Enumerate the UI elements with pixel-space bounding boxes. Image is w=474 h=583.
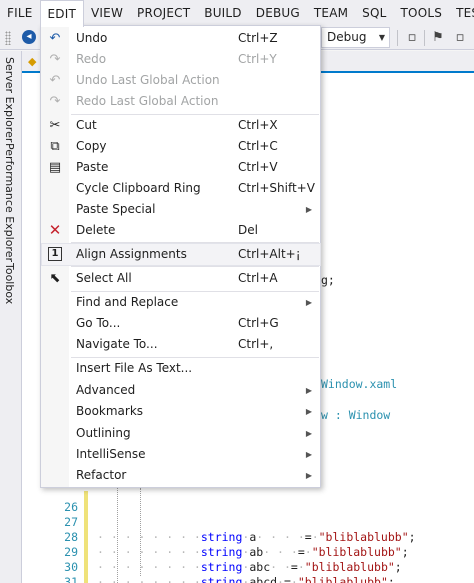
menu-item-advanced[interactable]: Advanced ▶ [42, 380, 320, 401]
menu-item-redo-last-global-action[interactable]: ↷ Redo Last Global Action [42, 91, 320, 112]
select-cursor-icon: ⬉ [49, 271, 61, 286]
menu-item-align-assignments[interactable]: 1 Align Assignments Ctrl+Alt+¡ [41, 243, 321, 266]
code-line[interactable]: 31 · · · · · ·} [22, 560, 474, 583]
menu-item-refactor[interactable]: Refactor ▶ [42, 465, 320, 486]
code-line[interactable]: 28 · · · · · · · ·string·ab· · ·=·"blibl… [22, 515, 474, 559]
menu-separator [71, 266, 319, 267]
menu-project[interactable]: PROJECT [130, 0, 197, 26]
submenu-arrow-icon: ▶ [305, 407, 312, 416]
red-x-icon: ✕ [48, 221, 62, 239]
menu-item-bookmarks[interactable]: Bookmarks ▶ [42, 401, 320, 422]
code-line[interactable]: 30 · · · · · · · ·string·abcd·=·"bliblab… [22, 545, 474, 583]
align-assignments-icon: 1 [48, 247, 62, 261]
menu-edit[interactable]: EDIT [39, 0, 85, 27]
redo-global-icon: ↷ [49, 94, 61, 109]
menu-item-copy[interactable]: ⧉ Copy Ctrl+C [42, 136, 320, 157]
code-fragment: w : Window [321, 408, 391, 422]
tab-toolbox[interactable]: Toolbox [3, 263, 16, 304]
menu-file[interactable]: FILE [0, 0, 40, 26]
menu-item-undo[interactable]: ↶ Undo Ctrl+Z [42, 28, 320, 49]
menu-item-insert-file-as-text[interactable]: Insert File As Text... [42, 358, 320, 379]
document-tab-icon[interactable]: ◆ [28, 55, 36, 68]
menu-item-paste[interactable]: ▤ Paste Ctrl+V [42, 157, 320, 178]
menu-debug[interactable]: DEBUG [249, 0, 307, 26]
code-fragment: Window.xaml [321, 377, 398, 391]
menu-separator [71, 242, 319, 243]
edit-menu-dropdown: ↶ Undo Ctrl+Z ↷ Redo Ctrl+Y ↶ Undo Last … [40, 25, 321, 488]
options-icon[interactable]: ▫ [404, 30, 420, 46]
menu-item-intellisense[interactable]: IntelliSense ▶ [42, 444, 320, 465]
toolbar-separator [424, 30, 425, 46]
menu-item-cut[interactable]: ✂ Cut Ctrl+X [42, 115, 320, 136]
clipboard-icon: ▤ [48, 160, 62, 175]
undo-icon: ↶ [49, 31, 61, 46]
toolbar-overflow-icon[interactable]: ▫ [452, 30, 468, 46]
menu-tools[interactable]: TOOLS [394, 0, 450, 26]
code-line[interactable]: 32 [22, 575, 474, 583]
submenu-arrow-icon: ▶ [305, 298, 312, 307]
submenu-arrow-icon: ▶ [305, 450, 312, 459]
solution-configuration-value: Debug [327, 30, 367, 44]
tab-server-explorer[interactable]: Server Explorer [3, 57, 16, 142]
menu-team[interactable]: TEAM [307, 0, 355, 26]
code-fragment: g; [321, 273, 335, 287]
menu-item-select-all[interactable]: ⬉ Select All Ctrl+A [42, 268, 320, 289]
navigate-back-icon[interactable]: ◂ [22, 30, 36, 44]
menu-item-redo[interactable]: ↷ Redo Ctrl+Y [42, 49, 320, 70]
menu-item-go-to[interactable]: Go To... Ctrl+G [42, 313, 320, 334]
side-tool-tabs: Server Explorer Performance Explorer Too… [0, 51, 22, 583]
copy-icon: ⧉ [50, 139, 60, 154]
scissors-icon: ✂ [49, 118, 61, 133]
submenu-arrow-icon: ▶ [305, 429, 312, 438]
solution-configuration-select[interactable]: Debug ▼ [321, 27, 390, 48]
redo-icon: ↷ [49, 52, 61, 67]
submenu-arrow-icon: ▶ [305, 471, 312, 480]
attach-process-icon[interactable]: ⚑ [430, 30, 446, 46]
menu-bar: FILE EDIT VIEW PROJECT BUILD DEBUG TEAM … [0, 0, 474, 27]
toolbar-grip[interactable] [5, 31, 11, 45]
menu-item-paste-special[interactable]: Paste Special ▶ [42, 199, 320, 220]
chevron-down-icon: ▼ [378, 33, 385, 42]
code-line[interactable]: 27 · · · · · · · ·string·a· · · ·=·"blib… [22, 500, 474, 544]
menu-test[interactable]: TEST [449, 0, 474, 26]
menu-item-cycle-clipboard-ring[interactable]: Cycle Clipboard Ring Ctrl+Shift+V [42, 178, 320, 199]
code-line[interactable]: 29 · · · · · · · ·string·abc· ·=·"blibla… [22, 530, 474, 574]
menu-item-find-and-replace[interactable]: Find and Replace ▶ [42, 292, 320, 313]
menu-view[interactable]: VIEW [84, 0, 130, 26]
submenu-arrow-icon: ▶ [305, 205, 312, 214]
menu-item-delete[interactable]: ✕ Delete Del [42, 220, 320, 241]
menu-build[interactable]: BUILD [197, 0, 248, 26]
menu-sql[interactable]: SQL [355, 0, 393, 26]
undo-global-icon: ↶ [49, 73, 61, 88]
menu-item-undo-last-global-action[interactable]: ↶ Undo Last Global Action [42, 70, 320, 91]
tab-performance-explorer[interactable]: Performance Explorer [3, 143, 16, 262]
submenu-arrow-icon: ▶ [305, 386, 312, 395]
menu-item-outlining[interactable]: Outlining ▶ [42, 423, 320, 444]
toolbar-separator [397, 30, 398, 46]
menu-item-navigate-to[interactable]: Navigate To... Ctrl+, [42, 334, 320, 355]
